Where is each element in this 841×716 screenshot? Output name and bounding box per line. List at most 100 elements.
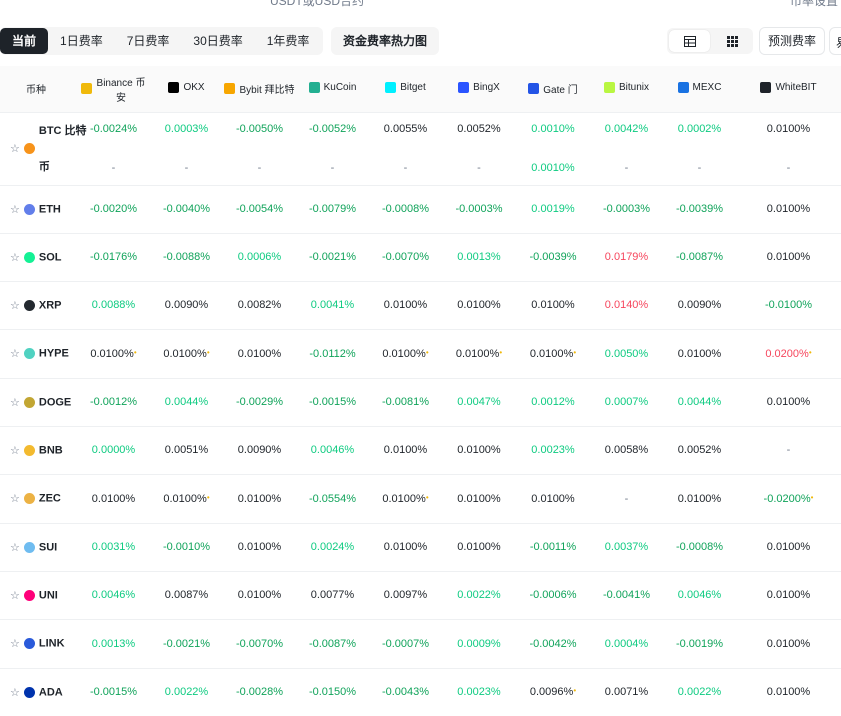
table-row[interactable]: ☆ ZEC 0.0100% 0.0100%• 0.0100% -0.0554% 0.0100… [0, 474, 841, 523]
favorite-star-icon[interactable]: ☆ [10, 299, 20, 312]
exchange-header[interactable]: Gate 门 [516, 66, 590, 112]
table-row[interactable]: ☆ BNB 0.0000% 0.0051% 0.0090% 0.0046% 0.0100% 0… [0, 426, 841, 474]
rate-cell: 0.0046% [77, 571, 150, 619]
favorite-star-icon[interactable]: ☆ [10, 347, 20, 360]
grid-view-icon[interactable] [712, 28, 753, 54]
heatmap-button[interactable]: 资金费率热力图 [331, 27, 440, 55]
exchange-name: WhiteBIT [775, 81, 817, 93]
rate-cell: 0.0100% [442, 474, 516, 523]
rate-value: 0.0003% [164, 123, 209, 135]
tab-1y[interactable]: 1年费率 [255, 28, 322, 54]
rate-value: 0.0087% [164, 589, 209, 601]
table-row[interactable]: ☆ HYPE 0.0100%• 0.0100%• 0.0100% -0.0112% 0.01… [0, 329, 841, 378]
exchange-header[interactable]: Bybit 拜比特 [223, 66, 296, 112]
table-row[interactable]: ☆ UNI 0.0046% 0.0087% 0.0100% 0.0077% 0.0097% 0… [0, 571, 841, 619]
exchange-header-content: Gate 门 [528, 81, 578, 96]
settlement-marker-icon: • [206, 492, 210, 502]
table-row[interactable]: ☆ XRP 0.0088% 0.0090% 0.0082% 0.0041% 0.0100% 0… [0, 281, 841, 329]
rate-cell: -0.0003% [442, 185, 516, 233]
tab-current[interactable]: 当前 [0, 28, 49, 54]
rate-cell: -0.0003% [590, 185, 663, 233]
table-row[interactable]: ☆ ADA -0.0015% 0.0022% -0.0028% -0.0150% -0.00… [0, 668, 841, 716]
tab-30d[interactable]: 30日费率 [181, 28, 254, 54]
rate-value: 0.0100% [457, 492, 501, 505]
rate-value: 0.0052% [677, 444, 722, 456]
favorite-star-icon[interactable]: ☆ [10, 637, 20, 650]
rate-value: -0.0041% [602, 589, 651, 601]
rate-cell: -0.0200%• [736, 474, 841, 523]
rate-cell: -0.0050% - [223, 112, 296, 185]
exchange-header[interactable]: Binance 币安 [77, 66, 150, 112]
favorite-star-icon[interactable]: ☆ [10, 251, 20, 264]
clipped-button[interactable]: 易 [829, 27, 841, 55]
exchange-header[interactable]: Bitget [369, 66, 442, 112]
rate-value: -0.0010% [162, 541, 211, 553]
rate-value: -0.0039% [529, 251, 577, 263]
table-row[interactable]: ☆ ETH -0.0020% -0.0040% -0.0054% -0.0079% -0.0… [0, 185, 841, 233]
rate-value: 0.0022% [677, 686, 722, 699]
rate-value: 0.0100% [237, 492, 282, 505]
kucoin-icon [308, 81, 320, 93]
rate-value: -0.0554% [308, 492, 357, 505]
table-row[interactable]: ☆ SOL -0.0176% -0.0088% 0.0006% -0.0021% -0.00… [0, 233, 841, 281]
tab-1d[interactable]: 1日费率 [48, 28, 115, 54]
coin-cell: ☆ SUI [0, 523, 77, 571]
exchange-header[interactable]: MEXC [663, 66, 736, 112]
rate-cell: -0.0010% [150, 523, 223, 571]
exchange-header[interactable]: KuCoin [296, 66, 369, 112]
rate-cell: 0.0097% [369, 571, 442, 619]
rate-value: 0.0100% [455, 347, 500, 360]
table-row[interactable]: ☆ DOGE -0.0012% 0.0044% -0.0029% -0.0015% -0.0… [0, 378, 841, 426]
clipped-heading: USDT或USD合约 [270, 0, 365, 8]
rate-cell: 0.0100%• [369, 329, 442, 378]
table-row[interactable]: ☆ LINK 0.0013% -0.0021% -0.0070% -0.0087% -0.0… [0, 619, 841, 668]
favorite-star-icon[interactable]: ☆ [10, 686, 20, 699]
rate-cell: 0.0100% [663, 329, 736, 378]
rate-cell: -0.0042% [516, 619, 590, 668]
rate-cell: - [590, 474, 663, 523]
coin-column-header[interactable]: 币种 [0, 66, 77, 112]
favorite-star-icon[interactable]: ☆ [10, 589, 20, 602]
rate-cell: 0.0077% [296, 571, 369, 619]
favorite-star-icon[interactable]: ☆ [10, 444, 20, 457]
coin-name: UNI [38, 589, 58, 601]
exchange-header[interactable]: Bitunix [590, 66, 663, 112]
rate-cell: -0.0070% [223, 619, 296, 668]
secondary-rate-value: - [477, 162, 481, 174]
rate-value: - [624, 492, 629, 505]
exchange-header[interactable]: WhiteBIT [736, 66, 841, 112]
rate-value: -0.0003% [602, 203, 651, 215]
rate-cell: -0.0039% [663, 185, 736, 233]
exchange-header[interactable]: BingX [442, 66, 516, 112]
favorite-star-icon[interactable]: ☆ [10, 492, 20, 505]
rate-value: 0.0100% [457, 541, 501, 553]
rate-cell: -0.0019% [663, 619, 736, 668]
rate-value: -0.0088% [162, 251, 211, 263]
exchange-header[interactable]: OKX [150, 66, 223, 112]
secondary-rate-value: - [403, 162, 408, 174]
rate-cell: 0.0000% [77, 426, 150, 474]
table-row[interactable]: ☆ SUI 0.0031% -0.0010% 0.0100% 0.0024% 0.0100%… [0, 523, 841, 571]
predicted-rate-button[interactable]: 预测费率 [759, 27, 826, 55]
rate-cell: 0.0071% [590, 668, 663, 716]
table-row[interactable]: ☆BTC 比特币 -0.0024% -0.0003% - -0.0050% - -0.005… [0, 112, 841, 185]
rate-cell: -0.0054% [223, 185, 296, 233]
secondary-rate-value: - [786, 162, 791, 174]
table-view-icon[interactable] [669, 30, 710, 52]
rate-value: 0.0012% [531, 396, 575, 408]
tab-7d[interactable]: 7日费率 [115, 28, 182, 54]
rate-value: 0.0010% [531, 123, 575, 135]
rate-cell: 0.0046% [663, 571, 736, 619]
secondary-rate-value: - [624, 162, 629, 174]
secondary-rate-value: - [257, 162, 262, 174]
favorite-star-icon[interactable]: ☆ [10, 396, 20, 409]
coin-name: BTC 比特币 [38, 124, 87, 173]
rate-value: -0.0015% [89, 686, 138, 699]
coin-logo-icon [23, 203, 35, 215]
favorite-star-icon[interactable]: ☆ [10, 203, 20, 216]
favorite-star-icon[interactable]: ☆ [10, 142, 20, 155]
rate-cell: 0.0100%• [77, 329, 150, 378]
coin-name: ZEC [38, 492, 61, 505]
favorite-star-icon[interactable]: ☆ [10, 541, 20, 554]
rate-cell: 0.0044% [150, 378, 223, 426]
